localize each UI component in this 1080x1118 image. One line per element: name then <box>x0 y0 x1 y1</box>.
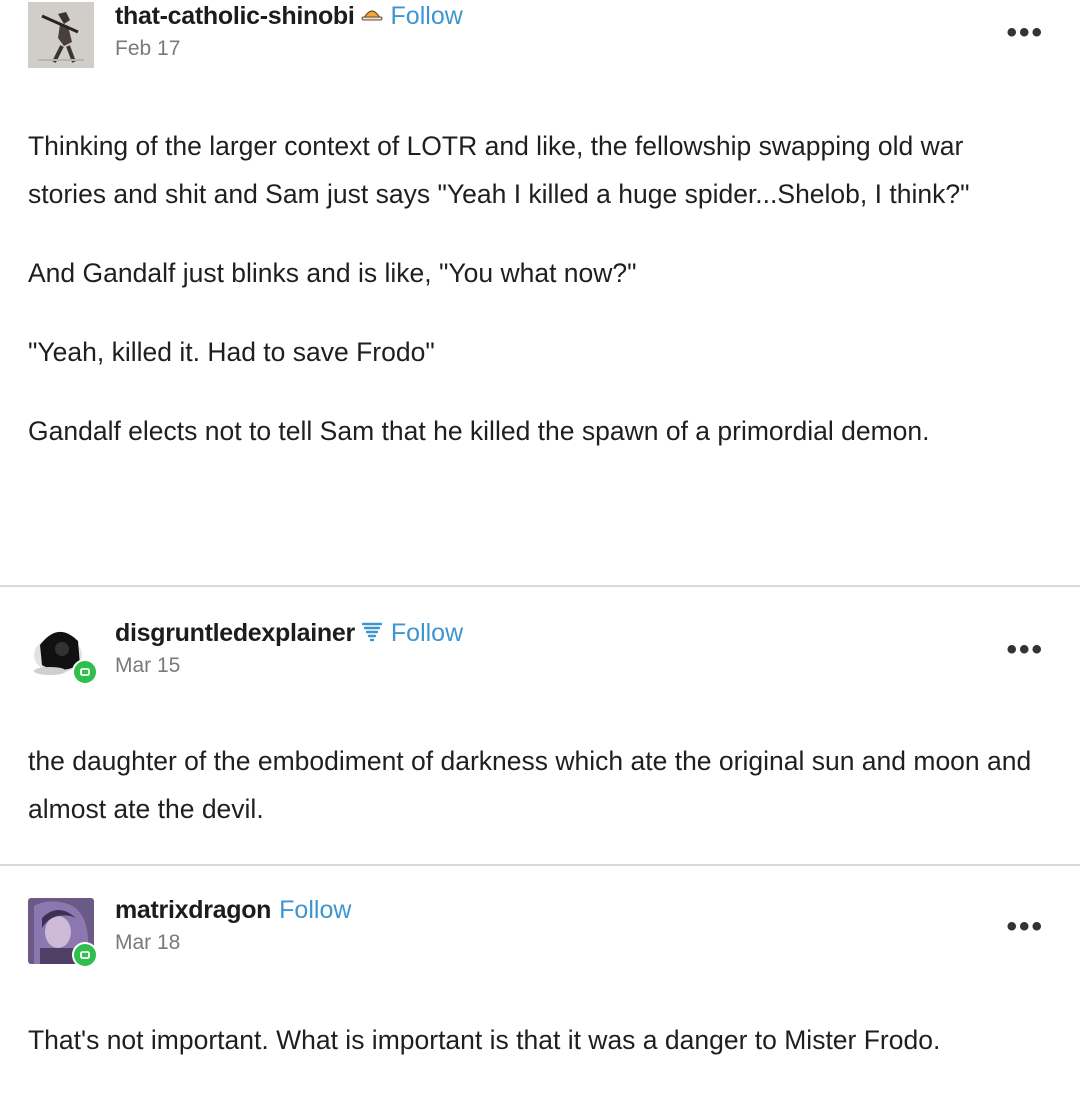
paragraph: Thinking of the larger context of LOTR a… <box>28 131 970 209</box>
username[interactable]: disgruntledexplainer <box>115 619 355 648</box>
post-body: That's not important. What is important … <box>28 1016 1048 1064</box>
paragraph: That's not important. What is important … <box>28 1025 941 1055</box>
hat-icon <box>361 6 383 27</box>
post-date: Mar 15 <box>115 654 181 677</box>
username[interactable]: that-catholic-shinobi <box>115 2 355 31</box>
post-disgruntledexplainer: disgruntledexplainer Follow Mar 15 ••• t… <box>0 587 1080 864</box>
more-options-icon[interactable]: ••• <box>1006 635 1044 665</box>
paragraph: Gandalf elects not to tell Sam that he k… <box>28 416 930 446</box>
post-date: Mar 18 <box>115 931 181 954</box>
reblog-icon <box>72 659 98 685</box>
avatar[interactable] <box>28 898 98 968</box>
follow-button[interactable]: Follow <box>279 896 351 925</box>
post-header: disgruntledexplainer Follow Mar 15 ••• <box>28 587 1048 685</box>
paragraph: the daughter of the embodiment of darkne… <box>28 746 1032 824</box>
more-options-icon[interactable]: ••• <box>1006 912 1044 942</box>
paragraph: "Yeah, killed it. Had to save Frodo" <box>28 337 435 367</box>
avatar[interactable] <box>28 615 98 685</box>
name-line: that-catholic-shinobi Follow <box>115 2 463 31</box>
post-header: that-catholic-shinobi Follow Feb 17 ••• <box>28 0 1048 80</box>
more-options-icon[interactable]: ••• <box>1006 18 1044 48</box>
post-meta: disgruntledexplainer Follow Mar 15 <box>115 619 463 678</box>
post-meta: that-catholic-shinobi Follow Feb 17 <box>115 2 463 61</box>
avatar[interactable] <box>28 2 94 68</box>
post-body: Thinking of the larger context of LOTR a… <box>28 122 1048 455</box>
post-body: the daughter of the embodiment of darkne… <box>28 737 1048 833</box>
name-line: matrixdragon Follow <box>115 896 351 925</box>
tornado-icon <box>361 620 383 647</box>
username[interactable]: matrixdragon <box>115 896 271 925</box>
post-date: Feb 17 <box>115 37 181 60</box>
name-line: disgruntledexplainer Follow <box>115 619 463 648</box>
post-matrixdragon: matrixdragon Follow Mar 18 ••• That's no… <box>0 866 1080 1118</box>
post-header: matrixdragon Follow Mar 18 ••• <box>28 866 1048 968</box>
follow-button[interactable]: Follow <box>391 2 463 31</box>
paragraph: And Gandalf just blinks and is like, "Yo… <box>28 258 637 288</box>
post-that-catholic-shinobi: that-catholic-shinobi Follow Feb 17 ••• … <box>0 0 1080 585</box>
follow-button[interactable]: Follow <box>391 619 463 648</box>
post-meta: matrixdragon Follow Mar 18 <box>115 896 351 955</box>
reblog-icon <box>72 942 98 968</box>
